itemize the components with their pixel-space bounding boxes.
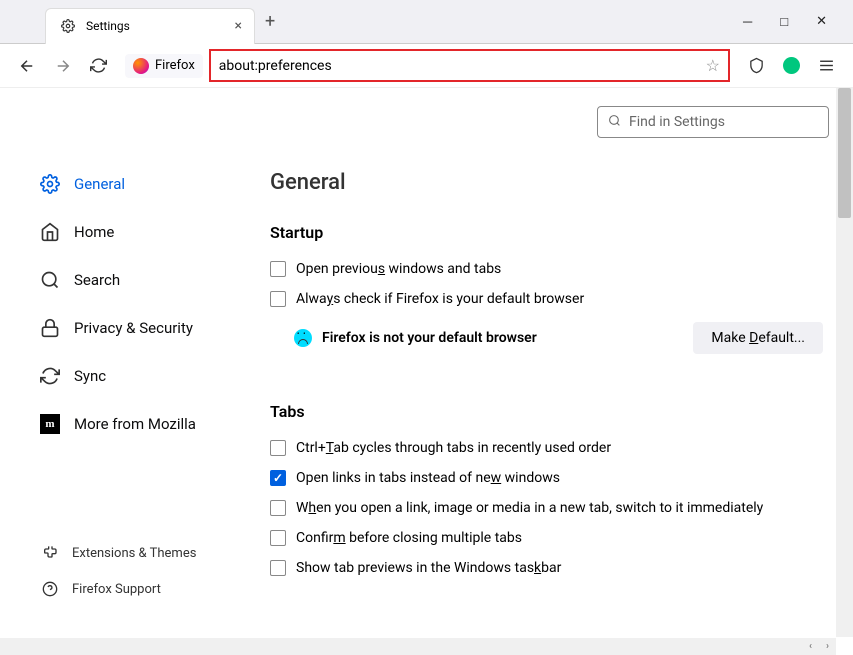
forward-button[interactable] (54, 57, 72, 75)
identity-label: Firefox (155, 58, 195, 73)
tab-title: Settings (86, 19, 227, 33)
minimize-button[interactable]: ─ (743, 14, 752, 30)
checkbox-label: Show tab previews in the Windows taskbar (296, 560, 561, 576)
app-menu-icon[interactable] (818, 57, 835, 74)
sidebar-item-home[interactable]: Home (40, 208, 260, 256)
lock-icon (40, 318, 60, 338)
pocket-icon[interactable] (748, 57, 765, 74)
checkbox-label: Confirm before closing multiple tabs (296, 530, 522, 546)
checkbox-icon (270, 470, 286, 486)
find-settings-input[interactable]: Find in Settings (597, 106, 829, 138)
checkbox-open-previous[interactable]: Open previous windows and tabs (270, 254, 829, 284)
identity-box[interactable]: Firefox (125, 54, 203, 78)
help-icon (40, 579, 60, 599)
sidebar-label: Search (74, 271, 120, 289)
maximize-button[interactable]: □ (780, 14, 788, 30)
checkbox-taskbar-previews[interactable]: Show tab previews in the Windows taskbar (270, 553, 829, 583)
firefox-icon (133, 58, 149, 74)
vertical-scrollbar[interactable] (836, 88, 853, 637)
sidebar-label: More from Mozilla (74, 415, 196, 433)
checkbox-icon (270, 500, 286, 516)
section-tabs: Tabs (270, 402, 829, 421)
checkbox-label: When you open a link, image or media in … (296, 500, 763, 516)
scroll-right-icon[interactable]: › (819, 638, 836, 655)
sidebar-support[interactable]: Firefox Support (40, 571, 260, 607)
titlebar: Settings × + ─ □ ✕ (0, 0, 853, 44)
default-browser-row: Firefox is not your default browser Make… (270, 314, 829, 362)
sidebar-item-sync[interactable]: Sync (40, 352, 260, 400)
search-placeholder: Find in Settings (629, 114, 725, 130)
checkbox-icon (270, 261, 286, 277)
checkbox-confirm-close[interactable]: Confirm before closing multiple tabs (270, 523, 829, 553)
sidebar-label: Privacy & Security (74, 319, 193, 337)
sidebar: General Home Search Privacy & Security S… (0, 88, 260, 637)
gear-icon (40, 174, 60, 194)
browser-tab[interactable]: Settings × (45, 8, 255, 44)
checkbox-label: Open links in tabs instead of new window… (296, 470, 560, 486)
sidebar-item-general[interactable]: General (40, 160, 260, 208)
scrollbar-thumb[interactable] (838, 88, 851, 218)
puzzle-icon (40, 543, 60, 563)
url-text: about:preferences (219, 58, 706, 74)
section-startup: Startup (270, 223, 829, 242)
checkbox-icon (270, 560, 286, 576)
sidebar-label: Extensions & Themes (72, 546, 196, 561)
make-default-button[interactable]: Make Default... (693, 322, 823, 354)
checkbox-label: Always check if Firefox is your default … (296, 291, 584, 307)
extension-icon[interactable] (783, 57, 800, 74)
reload-button[interactable] (90, 57, 107, 74)
sidebar-label: General (74, 175, 125, 193)
checkbox-ctrl-tab[interactable]: Ctrl+Tab cycles through tabs in recently… (270, 433, 829, 463)
sidebar-item-search[interactable]: Search (40, 256, 260, 304)
sidebar-label: Sync (74, 367, 106, 385)
checkbox-label: Open previous windows and tabs (296, 261, 501, 277)
sidebar-item-more[interactable]: m More from Mozilla (40, 400, 260, 448)
horizontal-scrollbar[interactable]: ‹ › (0, 638, 836, 655)
checkbox-switch-immediately[interactable]: When you open a link, image or media in … (270, 493, 829, 523)
new-tab-button[interactable]: + (265, 11, 275, 32)
sidebar-extensions[interactable]: Extensions & Themes (40, 535, 260, 571)
close-tab-icon[interactable]: × (235, 18, 242, 34)
checkbox-icon (270, 291, 286, 307)
bookmark-star-icon[interactable]: ☆ (706, 56, 720, 75)
gear-icon (58, 16, 78, 36)
close-window-button[interactable]: ✕ (816, 14, 827, 30)
sync-icon (40, 366, 60, 386)
url-bar[interactable]: about:preferences ☆ (209, 49, 730, 82)
sidebar-item-privacy[interactable]: Privacy & Security (40, 304, 260, 352)
home-icon (40, 222, 60, 242)
search-icon (40, 270, 60, 290)
checkbox-open-links-tabs[interactable]: Open links in tabs instead of new window… (270, 463, 829, 493)
search-icon (608, 114, 621, 131)
page-title: General (270, 170, 829, 195)
sad-face-icon (294, 329, 312, 347)
toolbar: Firefox about:preferences ☆ (0, 44, 853, 88)
content-area: Find in Settings General Startup Open pr… (260, 88, 853, 637)
scroll-left-icon[interactable]: ‹ (802, 638, 819, 655)
checkbox-always-check-default[interactable]: Always check if Firefox is your default … (270, 284, 829, 314)
back-button[interactable] (18, 57, 36, 75)
checkbox-icon (270, 530, 286, 546)
not-default-text: Firefox is not your default browser (322, 330, 683, 346)
mozilla-icon: m (40, 414, 60, 434)
checkbox-label: Ctrl+Tab cycles through tabs in recently… (296, 440, 611, 456)
sidebar-label: Firefox Support (72, 582, 161, 597)
checkbox-icon (270, 440, 286, 456)
sidebar-label: Home (74, 223, 114, 241)
